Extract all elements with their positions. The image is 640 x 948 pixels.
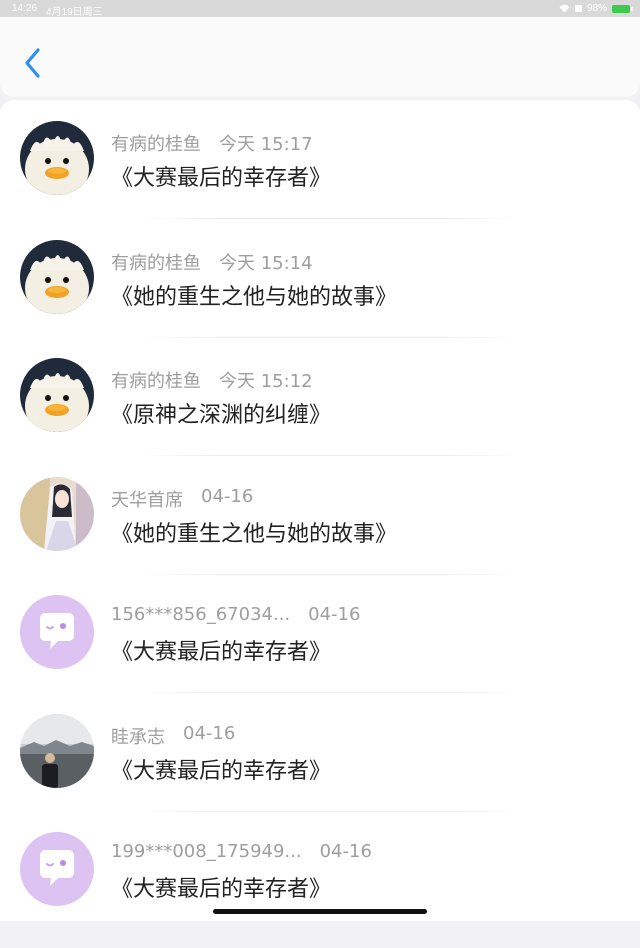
message-time: 今天 15:14 bbox=[219, 253, 313, 274]
photo-avatar-image bbox=[20, 714, 94, 788]
sender-name[interactable]: 有病的桂鱼 bbox=[111, 130, 201, 156]
book-title[interactable]: 《大赛最后的幸存者》 bbox=[111, 160, 331, 192]
message-item[interactable]: 有病的桂鱼 今天 15:12 《原神之深渊的纠缠》 bbox=[0, 356, 640, 474]
book-title[interactable]: 《大赛最后的幸存者》 bbox=[111, 871, 331, 903]
message-meta: 眭承志 04-16 bbox=[111, 723, 235, 749]
divider bbox=[140, 218, 520, 219]
back-button[interactable] bbox=[18, 43, 52, 83]
battery-percent: 98% bbox=[586, 3, 607, 14]
avatar[interactable] bbox=[20, 477, 94, 551]
sender-name[interactable]: 有病的桂鱼 bbox=[111, 367, 201, 393]
home-indicator bbox=[213, 909, 427, 914]
message-time: 今天 15:12 bbox=[219, 371, 313, 392]
duck-avatar-image bbox=[20, 121, 94, 195]
divider bbox=[140, 574, 520, 575]
message-item[interactable]: 156***856_67034... 04-16 《大赛最后的幸存者》 bbox=[0, 593, 640, 711]
status-bar: 14:26 4月19日周三 98% bbox=[0, 0, 640, 18]
sender-name[interactable]: 156***856_67034... bbox=[111, 604, 290, 625]
message-meta: 156***856_67034... 04-16 bbox=[111, 604, 360, 625]
message-item[interactable]: 有病的桂鱼 今天 15:14 《她的重生之他与她的故事》 bbox=[0, 238, 640, 356]
divider bbox=[140, 811, 520, 812]
divider bbox=[140, 455, 520, 456]
message-time: 04-16 bbox=[183, 723, 236, 744]
wifi-icon bbox=[559, 4, 570, 13]
orientation-lock-icon bbox=[574, 5, 582, 12]
book-title[interactable]: 《原神之深渊的纠缠》 bbox=[111, 397, 331, 429]
message-time: 今天 15:17 bbox=[219, 134, 313, 155]
divider bbox=[140, 337, 520, 338]
status-time: 14:26 bbox=[12, 3, 38, 14]
sender-name[interactable]: 199***008_175949... bbox=[111, 841, 302, 862]
divider bbox=[140, 692, 520, 693]
avatar[interactable] bbox=[20, 832, 94, 906]
message-time: 04-16 bbox=[308, 604, 361, 625]
book-title[interactable]: 《大赛最后的幸存者》 bbox=[111, 753, 331, 785]
nav-bar bbox=[0, 17, 640, 97]
message-meta: 有病的桂鱼 今天 15:17 bbox=[111, 130, 313, 156]
default-chat-avatar-image bbox=[20, 595, 94, 669]
message-time: 04-16 bbox=[201, 486, 254, 507]
message-meta: 有病的桂鱼 今天 15:14 bbox=[111, 249, 313, 275]
message-item[interactable]: 有病的桂鱼 今天 15:17 《大赛最后的幸存者》 bbox=[0, 119, 640, 237]
book-title[interactable]: 《大赛最后的幸存者》 bbox=[111, 634, 331, 666]
message-meta: 天华首席 04-16 bbox=[111, 486, 253, 512]
battery-icon bbox=[612, 4, 633, 13]
message-item[interactable]: 199***008_175949... 04-16 《大赛最后的幸存者》 bbox=[0, 830, 640, 948]
duck-avatar-image bbox=[20, 358, 94, 432]
avatar[interactable] bbox=[20, 595, 94, 669]
status-date: 4月19日周三 bbox=[46, 7, 103, 18]
message-meta: 有病的桂鱼 今天 15:12 bbox=[111, 367, 313, 393]
message-item[interactable]: 天华首席 04-16 《她的重生之他与她的故事》 bbox=[0, 475, 640, 593]
book-title[interactable]: 《她的重生之他与她的故事》 bbox=[111, 516, 397, 548]
avatar[interactable] bbox=[20, 714, 94, 788]
avatar[interactable] bbox=[20, 358, 94, 432]
sender-name[interactable]: 天华首席 bbox=[111, 486, 183, 512]
duck-avatar-image bbox=[20, 240, 94, 314]
status-indicators: 98% bbox=[559, 3, 633, 14]
avatar[interactable] bbox=[20, 121, 94, 195]
message-item[interactable]: 眭承志 04-16 《大赛最后的幸存者》 bbox=[0, 712, 640, 830]
character-avatar-image bbox=[20, 477, 94, 551]
message-meta: 199***008_175949... 04-16 bbox=[111, 841, 372, 862]
book-title[interactable]: 《她的重生之他与她的故事》 bbox=[111, 279, 397, 311]
message-time: 04-16 bbox=[319, 841, 372, 862]
chevron-left-icon bbox=[25, 48, 40, 78]
sender-name[interactable]: 有病的桂鱼 bbox=[111, 249, 201, 275]
default-chat-avatar-image bbox=[20, 832, 94, 906]
avatar[interactable] bbox=[20, 240, 94, 314]
sender-name[interactable]: 眭承志 bbox=[111, 723, 165, 749]
